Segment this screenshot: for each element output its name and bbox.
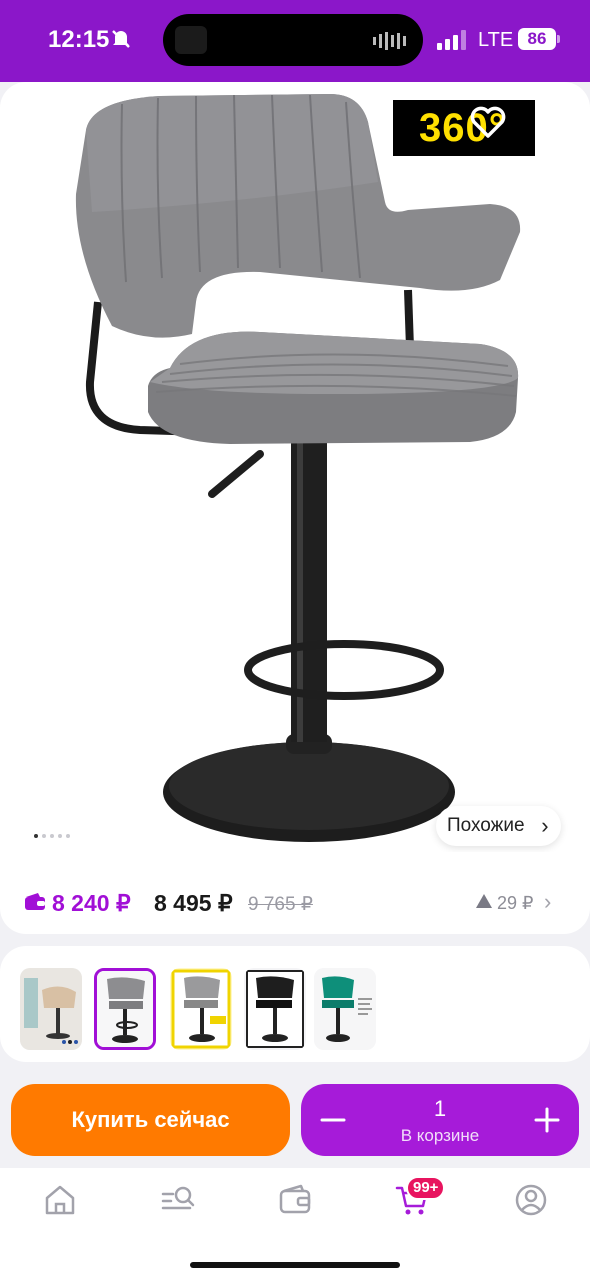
- catalog-search-icon[interactable]: [160, 1182, 196, 1218]
- now-playing-thumbnail: [175, 26, 207, 54]
- triangle-up-icon: [476, 894, 492, 908]
- pagination-dot: [34, 834, 38, 838]
- variant-thumbnail: [171, 969, 231, 1049]
- regular-price: 8 495 ₽: [154, 890, 233, 916]
- bell-muted-icon: [112, 30, 130, 48]
- wallet-icon: [25, 893, 45, 910]
- similar-label: Похожие: [447, 815, 525, 836]
- audio-wave-icon: [373, 32, 406, 50]
- share-icon[interactable]: [538, 102, 572, 142]
- chevron-right-icon: ›: [541, 813, 549, 838]
- variant-gray-yellow[interactable]: [170, 968, 232, 1050]
- pagination-dot: [66, 834, 70, 838]
- old-price: 9 765 ₽: [248, 894, 313, 915]
- similar-products-button[interactable]: Похожие ›: [436, 806, 561, 846]
- status-bar: 12:15 LTE 86: [0, 0, 590, 82]
- variant-teal[interactable]: [314, 968, 376, 1050]
- product-image-bar-stool[interactable]: [0, 82, 590, 852]
- pagination-dot: [42, 834, 46, 838]
- buy-now-button[interactable]: Купить сейчас: [11, 1084, 290, 1156]
- battery-tip: [557, 35, 560, 43]
- battery-icon: 86: [518, 28, 556, 50]
- home-indicator: [190, 1262, 400, 1268]
- plus-icon[interactable]: [533, 1106, 561, 1134]
- variant-thumbnail: [97, 971, 153, 1047]
- chevron-right-icon[interactable]: ›: [544, 889, 551, 915]
- dynamic-island: [163, 14, 423, 66]
- price-row[interactable]: 8 240 ₽ 8 495 ₽ 9 765 ₽ 29 ₽ ›: [0, 852, 590, 934]
- variant-thumbnail: [20, 968, 82, 1050]
- status-time: 12:15: [48, 26, 110, 53]
- view-360-button[interactable]: 360°: [393, 100, 535, 156]
- cart-count-badge: 99+: [406, 1176, 446, 1200]
- wallet-price: 8 240 ₽: [52, 890, 131, 916]
- pagination-dot: [58, 834, 62, 838]
- variant-thumbnail: [314, 968, 376, 1050]
- product-gallery[interactable]: 360°: [0, 82, 590, 852]
- network-type: LTE: [478, 29, 514, 51]
- variant-gray[interactable]: [94, 968, 156, 1050]
- variant-selector: [0, 946, 590, 1062]
- home-icon[interactable]: [42, 1182, 78, 1218]
- heart-icon[interactable]: [468, 104, 508, 140]
- pagination-dot: [50, 834, 54, 838]
- cart-quantity-stepper[interactable]: 1 В корзине: [301, 1084, 579, 1156]
- price-change: 29 ₽: [497, 893, 534, 913]
- battery-level: 86: [527, 29, 547, 48]
- wallet-icon[interactable]: [277, 1182, 313, 1218]
- profile-icon[interactable]: [513, 1182, 549, 1218]
- variant-beige[interactable]: [20, 968, 82, 1050]
- variant-thumbnail: [246, 970, 304, 1048]
- variant-black[interactable]: [244, 968, 306, 1050]
- gallery-pagination: [34, 834, 70, 838]
- signal-icon: [437, 30, 466, 50]
- back-chevron-icon[interactable]: [18, 104, 54, 140]
